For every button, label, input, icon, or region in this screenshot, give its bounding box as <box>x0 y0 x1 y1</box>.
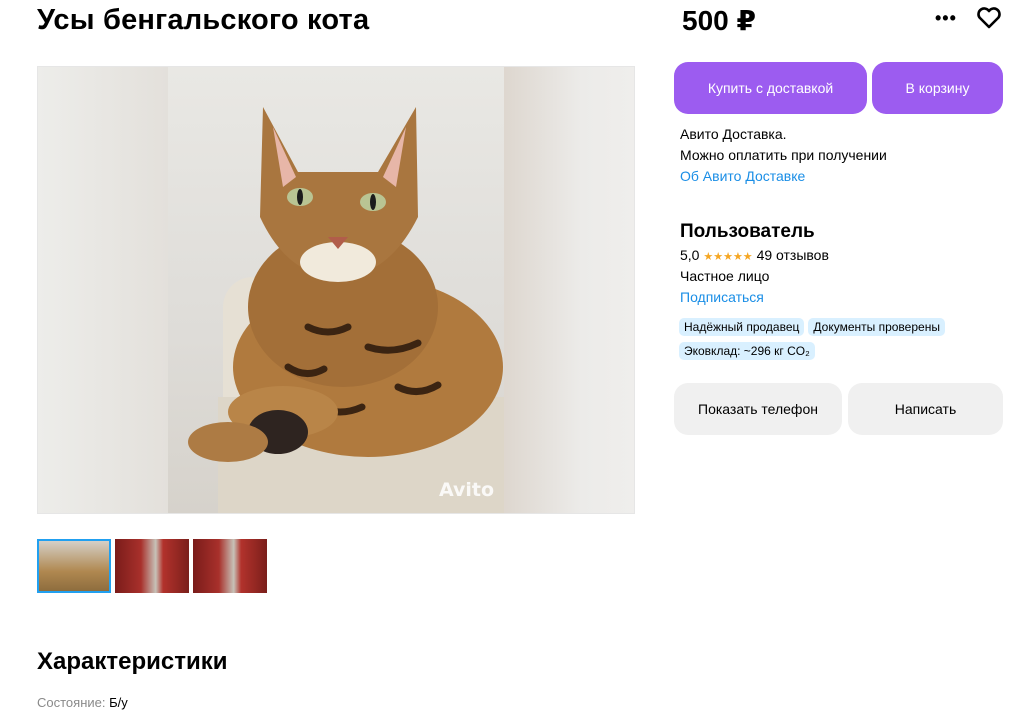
seller-type: Частное лицо <box>680 268 770 284</box>
reviews-link[interactable]: 49 отзывов <box>757 247 829 263</box>
add-to-cart-button[interactable]: В корзину <box>872 62 1003 114</box>
seller-rating: 5,0 ★★★★★ 49 отзывов <box>680 247 829 263</box>
thumbnail-3[interactable] <box>193 539 267 593</box>
show-phone-button[interactable]: Показать телефон <box>674 383 842 435</box>
main-photo[interactable]: Avito <box>37 66 635 514</box>
delivery-line-1: Авито Доставка. <box>680 126 787 142</box>
seller-name[interactable]: Пользователь <box>680 221 815 243</box>
write-message-button[interactable]: Написать <box>848 383 1003 435</box>
price: 500 ₽ <box>682 5 756 36</box>
thumbnail-strip <box>37 539 267 593</box>
heart-icon[interactable] <box>976 6 1002 30</box>
thumbnail-1[interactable] <box>37 539 111 593</box>
cat-illustration <box>188 107 504 513</box>
spec-condition: Состояние: Б/у <box>37 695 128 710</box>
rating-value: 5,0 <box>680 247 700 263</box>
delivery-line-2: Можно оплатить при получении <box>680 147 887 163</box>
badge-reliable-seller[interactable]: Надёжный продавец <box>679 318 805 336</box>
spec-condition-label: Состояние: <box>37 695 106 710</box>
more-icon[interactable]: ••• <box>935 8 957 29</box>
spec-condition-value: Б/у <box>109 695 128 710</box>
listing-page: Усы бенгальского кота Avito Характеристи… <box>0 0 1024 728</box>
star-rating-icon: ★★★★★ <box>703 251 753 263</box>
specs-title: Характеристики <box>37 648 228 675</box>
avito-watermark: Avito <box>438 479 494 501</box>
badge-eco-contribution[interactable]: Эковклад: ~296 кг CO₂ <box>679 342 815 360</box>
cat-photo <box>168 67 504 513</box>
delivery-info: Авито Доставка. Можно оплатить при получ… <box>680 124 887 187</box>
thumbnail-2[interactable] <box>115 539 189 593</box>
delivery-info-link[interactable]: Об Авито Доставке <box>680 166 887 187</box>
listing-title: Усы бенгальского кота <box>37 4 370 36</box>
subscribe-link[interactable]: Подписаться <box>680 289 764 305</box>
buy-with-delivery-button[interactable]: Купить с доставкой <box>674 62 867 114</box>
seller-badges: Надёжный продавец Документы проверены Эков… <box>679 318 999 366</box>
photo-blur-right <box>502 67 634 513</box>
badge-documents-verified[interactable]: Документы проверены <box>808 318 945 336</box>
photo-blur-left <box>38 67 168 513</box>
